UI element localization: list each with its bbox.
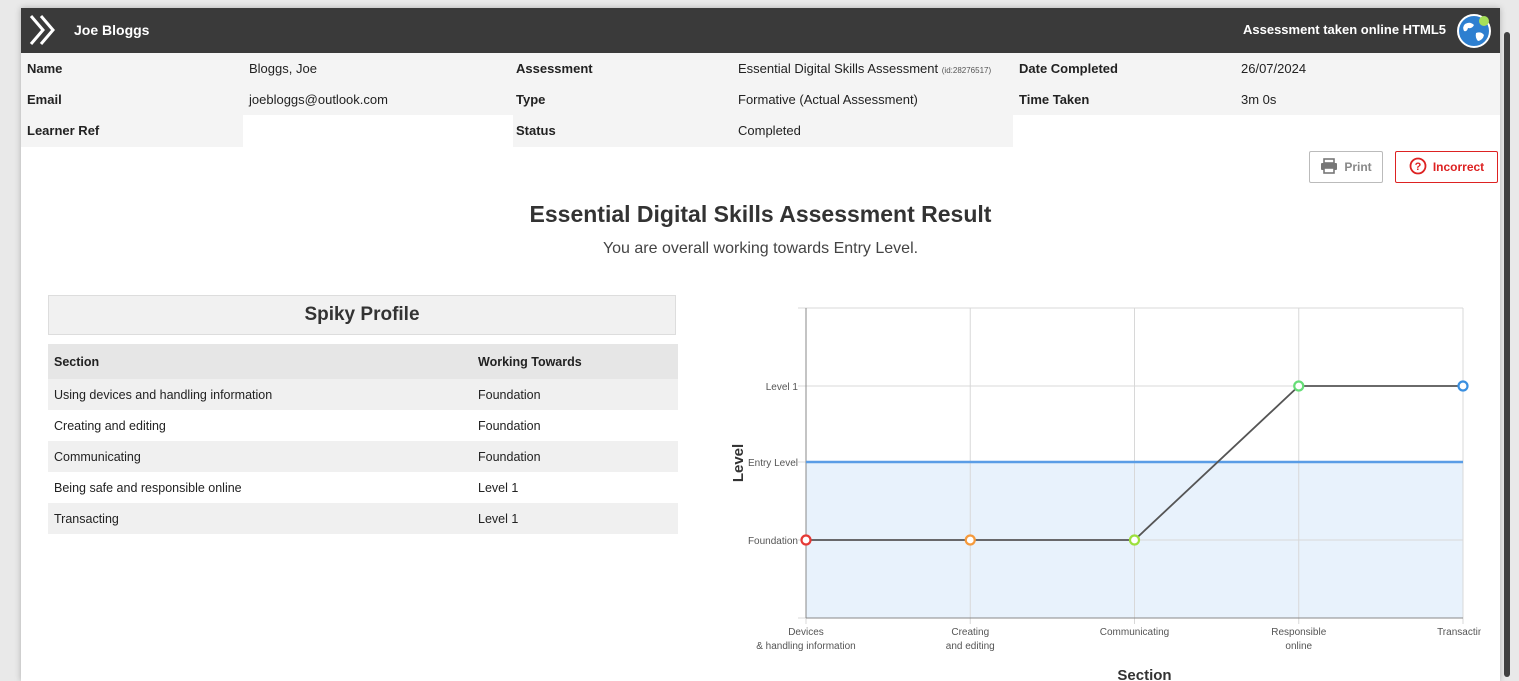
assessment-mode-text: Assessment taken online HTML5 <box>1243 22 1446 37</box>
assessment-info: Name Bloggs, Joe Email joebloggs@outlook… <box>21 53 1500 147</box>
table-row: Being safe and responsible online Level … <box>48 472 678 503</box>
result-summary: You are overall working towards Entry Le… <box>602 240 919 257</box>
data-point <box>964 534 976 546</box>
data-point <box>1457 380 1469 392</box>
email-label: Email <box>27 92 62 107</box>
printer-icon <box>1320 157 1338 177</box>
incorrect-button[interactable]: ? Incorrect <box>1395 151 1498 183</box>
y-tick-label: Foundation <box>748 536 798 547</box>
x-axis-label: Section <box>1117 667 1171 681</box>
globe-icon <box>1456 13 1492 54</box>
x-tick-label: Responsible <box>1271 627 1326 638</box>
x-tick-label: and editing <box>946 641 995 652</box>
assessment-panel: Joe Bloggs Assessment taken online HTML5… <box>21 8 1500 681</box>
row-level: Foundation <box>474 441 678 472</box>
assessment-id: (id:28276517) <box>941 66 992 75</box>
assessment-value: Essential Digital Skills Assessment (id:… <box>738 61 992 76</box>
incorrect-label: Incorrect <box>1432 160 1485 174</box>
y-axis-label: Level <box>730 444 747 482</box>
status-value: Completed <box>738 123 801 138</box>
table-header-row: Section Working Towards <box>48 344 678 379</box>
x-tick-label: Communicating <box>1100 627 1169 638</box>
time-taken-label: Time Taken <box>1019 92 1090 107</box>
date-completed-label: Date Completed <box>1019 61 1118 76</box>
row-section: Using devices and handling information <box>48 379 474 410</box>
row-level: Foundation <box>474 379 678 410</box>
vertical-scrollbar[interactable] <box>1504 32 1510 677</box>
spiky-profile-table: Section Working Towards Using devices an… <box>48 344 678 534</box>
x-tick-label: Devices <box>788 627 824 638</box>
col-section: Section <box>48 344 474 379</box>
row-section: Creating and editing <box>54 418 166 433</box>
learner-ref-label: Learner Ref <box>27 123 100 138</box>
row-level: Level 1 <box>474 503 678 534</box>
print-label: Print <box>1344 160 1372 174</box>
data-point <box>800 534 812 546</box>
user-name: Joe Bloggs <box>74 22 150 38</box>
name-value: Bloggs, Joe <box>249 61 317 76</box>
date-completed-value: 26/07/2024 <box>1241 61 1307 76</box>
y-tick-label: Level 1 <box>766 382 799 393</box>
question-circle-icon: ? <box>1409 157 1427 178</box>
row-level: Level 1 <box>478 480 519 495</box>
empty-cell <box>1235 115 1500 147</box>
result-title: Essential Digital Skills Assessment Resu… <box>529 201 992 227</box>
assessment-label: Assessment <box>516 61 593 76</box>
row-section: Communicating <box>48 441 474 472</box>
double-chevron-right-icon[interactable] <box>27 13 61 52</box>
data-point <box>1128 534 1141 546</box>
row-section: Being safe and responsible online <box>54 480 242 495</box>
y-tick-label: Entry Level <box>748 458 798 469</box>
level-chart: Foundation Entry Level Level 1 Devices & han… <box>730 307 1481 681</box>
row-section: Transacting <box>48 503 474 534</box>
table-row: Using devices and handling information F… <box>48 379 678 410</box>
x-tick-label: & handling information <box>756 641 856 652</box>
type-value: Formative (Actual Assessment) <box>738 92 918 107</box>
header-bar: Joe Bloggs Assessment taken online HTML5 <box>21 8 1500 53</box>
email-value: joebloggs@outlook.com <box>249 92 388 107</box>
print-button[interactable]: Print <box>1309 151 1383 183</box>
x-tick-label: Creating <box>951 627 989 638</box>
empty-cell <box>1013 115 1235 147</box>
empty-cell <box>243 115 513 147</box>
table-row: Communicating Foundation <box>48 441 678 472</box>
table-row: Creating and editing Foundation <box>48 410 678 441</box>
type-label: Type <box>516 92 546 107</box>
row-level: Foundation <box>478 418 541 433</box>
spiky-profile-heading: Spiky Profile <box>48 295 676 335</box>
x-tick-label: online <box>1285 641 1312 652</box>
name-label: Name <box>27 61 63 76</box>
x-tick-label: Transacting <box>1437 627 1481 638</box>
svg-text:?: ? <box>1414 161 1421 173</box>
time-taken-value: 3m 0s <box>1241 92 1277 107</box>
table-row: Transacting Level 1 <box>48 503 678 534</box>
col-working-towards: Working Towards <box>474 344 678 379</box>
status-label: Status <box>516 123 556 138</box>
data-point <box>1293 380 1305 392</box>
